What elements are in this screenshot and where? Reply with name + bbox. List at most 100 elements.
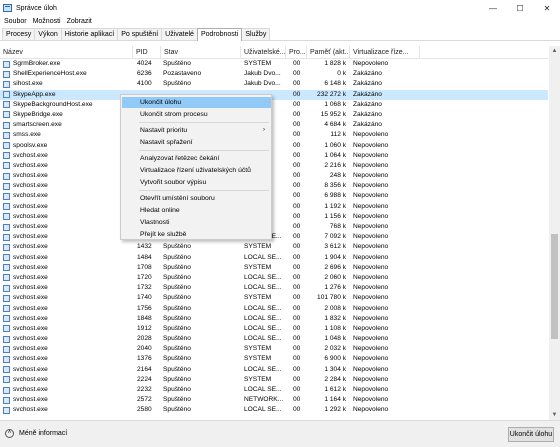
menu-item-go-to-services[interactable]: Přejít ke službě <box>122 229 271 240</box>
table-row[interactable]: ShellExperienceHost.exe 6236 Pozastaveno Ja… <box>0 69 548 79</box>
table-row[interactable]: svchost.exe 1484 Spuštěno LOCAL SE... 00 1 90… <box>0 253 548 263</box>
process-cpu: 00 <box>293 304 301 312</box>
menu-item-search-online[interactable]: Hledat online <box>122 205 271 216</box>
table-row[interactable]: svchost.exe 00 8 356 k Nepovoleno <box>0 181 548 191</box>
menu-item-set-priority[interactable]: Nastavit prioritu › <box>122 125 271 136</box>
table-row[interactable]: spoolsv.exe 00 1 060 k Nepovoleno <box>0 141 548 151</box>
scroll-up-icon[interactable]: ▲ <box>549 46 560 56</box>
table-row[interactable]: SgrmBroker.exe 4024 Spuštěno SYSTEM 00 1 828 … <box>0 59 548 69</box>
table-row[interactable]: svchost.exe 1848 Spuštěno LOCAL SE... 00 1 83… <box>0 314 548 324</box>
end-task-button[interactable]: Ukončit úlohu <box>508 427 554 442</box>
tab-processes[interactable]: Procesy <box>2 28 36 40</box>
title-bar: Správce úloh <box>0 0 560 16</box>
table-row[interactable]: svchost.exe 2232 Spuštěno LOCAL SE... 00 1 61… <box>0 385 548 395</box>
table-row[interactable]: SkypeApp.exe 00 232 272 k Zakázáno <box>0 89 548 100</box>
task-manager-icon <box>3 4 12 12</box>
table-row[interactable]: svchost.exe 2164 Spuštěno LOCAL SE... 00 1 30… <box>0 365 548 375</box>
column-header-virtualization[interactable]: Virtualizace říze... <box>350 46 420 59</box>
minimize-button[interactable]: — <box>480 0 506 16</box>
tab-app-history[interactable]: Historie aplikací <box>60 28 119 40</box>
process-pid: 1732 <box>137 284 152 292</box>
process-user: LOCAL SE... <box>244 406 282 414</box>
process-user: SYSTEM <box>244 355 272 363</box>
table-row[interactable]: svchost.exe 2040 Spuštěno SYSTEM 00 2 032 k Ne… <box>0 344 548 354</box>
process-virtualization: Zakázáno <box>353 110 382 118</box>
process-name: svchost.exe <box>13 365 48 373</box>
menu-item-analyze-wait-chain[interactable]: Analyzovat řetězec čekání <box>122 153 271 164</box>
tab-divider <box>0 40 560 41</box>
tab-details[interactable]: Podrobnosti <box>196 28 243 41</box>
process-icon <box>3 80 10 88</box>
process-user: SYSTEM <box>244 345 272 353</box>
menu-bar: Soubor Možnosti Zobrazit <box>0 16 560 27</box>
tab-performance[interactable]: Výkon <box>34 28 62 40</box>
menu-options[interactable]: Možnosti <box>30 16 64 27</box>
table-row[interactable]: svchost.exe 1376 Spuštěno SYSTEM 00 6 900 k Ne… <box>0 354 548 364</box>
process-cpu: 00 <box>293 375 301 383</box>
table-row[interactable]: svchost.exe1328SpuštěnoLOCAL SE...007 09… <box>0 232 548 242</box>
menu-item-properties[interactable]: Vlastnosti <box>122 217 271 228</box>
table-row[interactable]: svchost.exe 00 6 988 k Nepovoleno <box>0 191 548 201</box>
table-row[interactable]: svchost.exe 2224 Spuštěno SYSTEM 00 2 284 k Ne… <box>0 375 548 385</box>
process-cpu: 00 <box>293 386 301 393</box>
table-row[interactable]: SkypeBackgroundHost.exe 00 1 068 k Zakázáno <box>0 100 548 110</box>
table-row[interactable]: svchost.exe 1432 Spuštěno SYSTEM 00 3 612 k Ne… <box>0 242 548 252</box>
menu-item-uac-virtualization[interactable]: Virtualizace řízení uživatelských účtů <box>122 165 271 176</box>
menu-file[interactable]: Soubor <box>1 16 30 27</box>
table-row[interactable]: svchost.exe 00 2 216 k Nepovoleno <box>0 161 548 171</box>
table-row[interactable]: svchost.exe 00 1 156 k Nepovoleno <box>0 212 548 222</box>
table-row[interactable]: svchost.exe 00 248 k Nepovoleno <box>0 171 548 181</box>
menu-item-end-process-tree[interactable]: Ukončit strom procesu <box>122 109 271 120</box>
table-row[interactable]: svchost.exe 00 1 192 k Nepovoleno <box>0 202 548 212</box>
scroll-thumb[interactable] <box>551 234 558 339</box>
table-row[interactable]: svchost.exe 2580 Spuštěno LOCAL SE... 00 1 29… <box>0 405 548 415</box>
column-header-cpu[interactable]: Pro... <box>286 46 307 59</box>
process-state: Spuštěno <box>163 243 191 251</box>
menu-item-set-affinity[interactable]: Nastavit spřažení <box>122 137 271 148</box>
process-pid: 1720 <box>137 273 152 281</box>
less-details-toggle[interactable]: ˄ Méně informací <box>5 429 67 438</box>
process-virtualization: Nepovoleno <box>353 314 389 322</box>
table-row[interactable]: smartscreen.exe 00 4 684 k Zakázáno <box>0 120 548 130</box>
process-memory: 4 684 k <box>324 121 346 129</box>
table-row[interactable]: svchost.exe 00 768 k Nepovoleno <box>0 222 548 232</box>
process-memory: 2 696 k <box>324 263 346 271</box>
column-header-memory[interactable]: Paměť (akt... <box>307 46 350 59</box>
menu-view[interactable]: Zobrazit <box>64 16 95 27</box>
process-state: Spuštěno <box>163 273 191 281</box>
process-name: svchost.exe <box>13 355 48 363</box>
process-state: Spuštěno <box>163 263 191 271</box>
tab-services[interactable]: Služby <box>241 28 271 40</box>
tab-users[interactable]: Uživatelé <box>161 28 198 40</box>
menu-item-create-dump[interactable]: Vytvořit soubor výpisu <box>122 177 271 188</box>
column-header-state[interactable]: Stav <box>161 46 241 59</box>
scroll-down-icon[interactable]: ▼ <box>549 410 560 420</box>
process-cpu: 00 <box>293 253 301 261</box>
column-header-user[interactable]: Uživatelské... <box>241 46 286 59</box>
process-pid: 1740 <box>137 294 152 302</box>
menu-item-open-file-location[interactable]: Otevřít umístění souboru <box>122 193 271 204</box>
table-row[interactable]: svchost.exe 1740 Spuštěno SYSTEM 00 101 780 k… <box>0 293 548 303</box>
column-header-name[interactable]: Název <box>0 46 133 59</box>
maximize-button[interactable]: ☐ <box>507 0 533 16</box>
process-memory: 3 612 k <box>324 243 346 251</box>
table-row[interactable]: smss.exe 00 112 k Nepovoleno <box>0 130 548 140</box>
table-row[interactable]: sihost.exe 4100 Spuštěno Jakub Dvo... 00 6 14… <box>0 79 548 89</box>
table-row[interactable]: svchost.exe 1732 Spuštěno LOCAL SE... 00 1 27… <box>0 283 548 293</box>
table-row[interactable]: SkypeBridge.exe 00 15 952 k Zakázáno <box>0 110 548 120</box>
process-state: Spuštěno <box>163 396 191 404</box>
table-row[interactable]: svchost.exe 1756 Spuštěno LOCAL SE... 00 2 00… <box>0 304 548 314</box>
column-header-pid[interactable]: PID <box>133 46 161 59</box>
vertical-scrollbar[interactable]: ▲ ▼ <box>549 46 560 420</box>
table-row[interactable]: svchost.exe 1912 Spuštěno LOCAL SE... 00 1 10… <box>0 324 548 334</box>
table-row[interactable]: svchost.exe 2572 Spuštěno NETWORK... 00 1 164… <box>0 395 548 405</box>
menu-item-end-task[interactable]: Ukončit úlohu <box>122 97 271 108</box>
table-row[interactable]: svchost.exe 1720 Spuštěno LOCAL SE... 00 2 06… <box>0 273 548 283</box>
process-virtualization: Nepovoleno <box>353 253 389 261</box>
table-row[interactable]: svchost.exe 00 1 064 k Nepovoleno <box>0 151 548 161</box>
tab-startup[interactable]: Po spuštění <box>117 28 163 40</box>
table-row[interactable]: svchost.exe 1708 Spuštěno SYSTEM 00 2 696 k Ne… <box>0 263 548 273</box>
close-button[interactable]: ✕ <box>534 0 560 16</box>
process-pid: 2040 <box>137 345 152 353</box>
table-row[interactable]: svchost.exe 2028 Spuštěno LOCAL SE... 00 1 04… <box>0 334 548 344</box>
